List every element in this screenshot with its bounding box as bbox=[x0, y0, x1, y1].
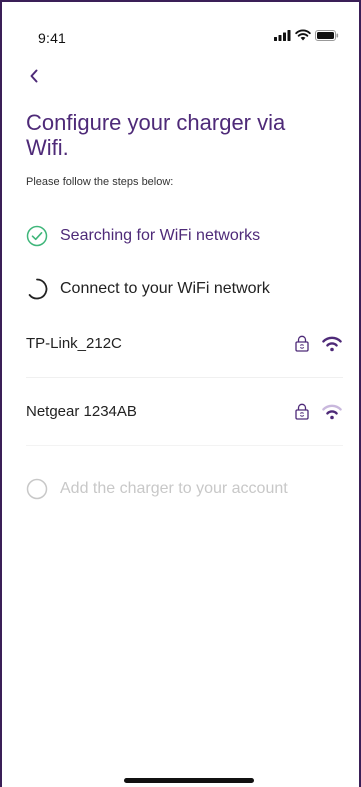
status-wifi-icon bbox=[295, 29, 311, 41]
wifi-signal-medium-icon bbox=[322, 404, 342, 419]
step-label: Searching for WiFi networks bbox=[60, 227, 261, 244]
network-status-icons bbox=[295, 335, 343, 352]
network-status-icons bbox=[295, 403, 343, 420]
status-time: 9:41 bbox=[38, 30, 67, 46]
wifi-signal-strong-icon bbox=[322, 336, 342, 351]
step-label: Add the charger to your account bbox=[60, 480, 288, 497]
page-subtitle: Please follow the steps below: bbox=[26, 176, 174, 188]
step-label: Connect to your WiFi network bbox=[60, 280, 270, 297]
page-title: Configure your charger via Wifi. bbox=[26, 110, 286, 160]
home-indicator bbox=[124, 778, 254, 783]
network-list: TP-Link_212C Netgear 1234AB bbox=[26, 310, 343, 446]
check-circle-icon bbox=[26, 225, 48, 247]
lock-icon bbox=[295, 335, 309, 352]
empty-circle-icon bbox=[26, 478, 48, 500]
loading-spinner-icon bbox=[26, 278, 48, 300]
network-name: Netgear 1234AB bbox=[26, 403, 137, 420]
phone-screen: 9:41 Configure your charger via Wifi. Pl… bbox=[0, 0, 361, 787]
cellular-signal-icon bbox=[274, 29, 291, 41]
lock-icon bbox=[295, 403, 309, 420]
step-searching-networks: Searching for WiFi networks bbox=[26, 225, 260, 247]
step-add-charger: Add the charger to your account bbox=[26, 478, 288, 500]
network-name: TP-Link_212C bbox=[26, 335, 122, 352]
battery-icon bbox=[315, 29, 339, 41]
back-button[interactable] bbox=[24, 64, 44, 88]
chevron-left-icon bbox=[30, 69, 38, 83]
status-icons bbox=[274, 29, 339, 41]
network-row[interactable]: Netgear 1234AB bbox=[26, 378, 343, 446]
network-row[interactable]: TP-Link_212C bbox=[26, 310, 343, 378]
step-connect-network: Connect to your WiFi network bbox=[26, 278, 270, 300]
status-bar: 9:41 bbox=[2, 2, 359, 62]
